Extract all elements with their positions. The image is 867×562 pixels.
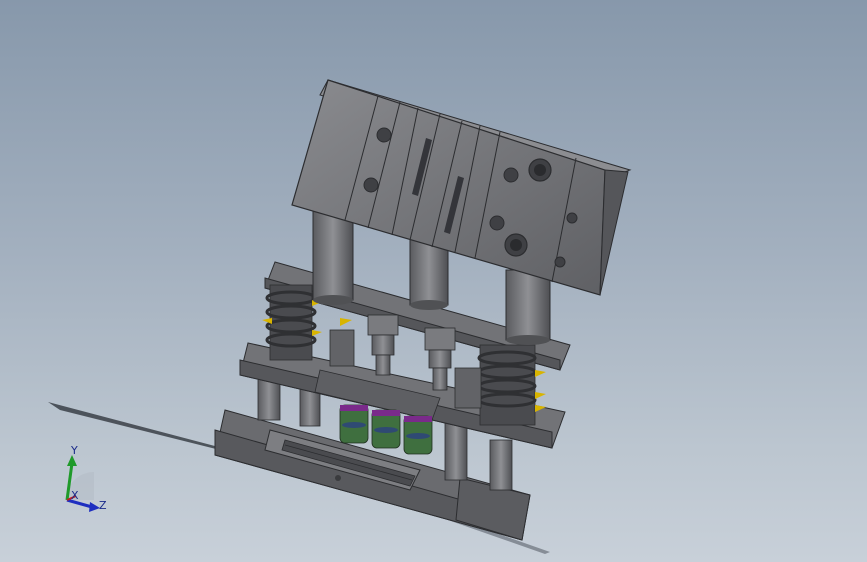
graphics-viewport[interactable]: Y Z X xyxy=(0,0,867,562)
x-axis-label: X xyxy=(71,489,79,502)
y-axis-label: Y xyxy=(70,444,78,457)
z-axis-label: Z xyxy=(99,499,107,512)
axis-triad: Y Z X xyxy=(65,444,107,512)
model-scene: Y Z X xyxy=(48,79,632,554)
